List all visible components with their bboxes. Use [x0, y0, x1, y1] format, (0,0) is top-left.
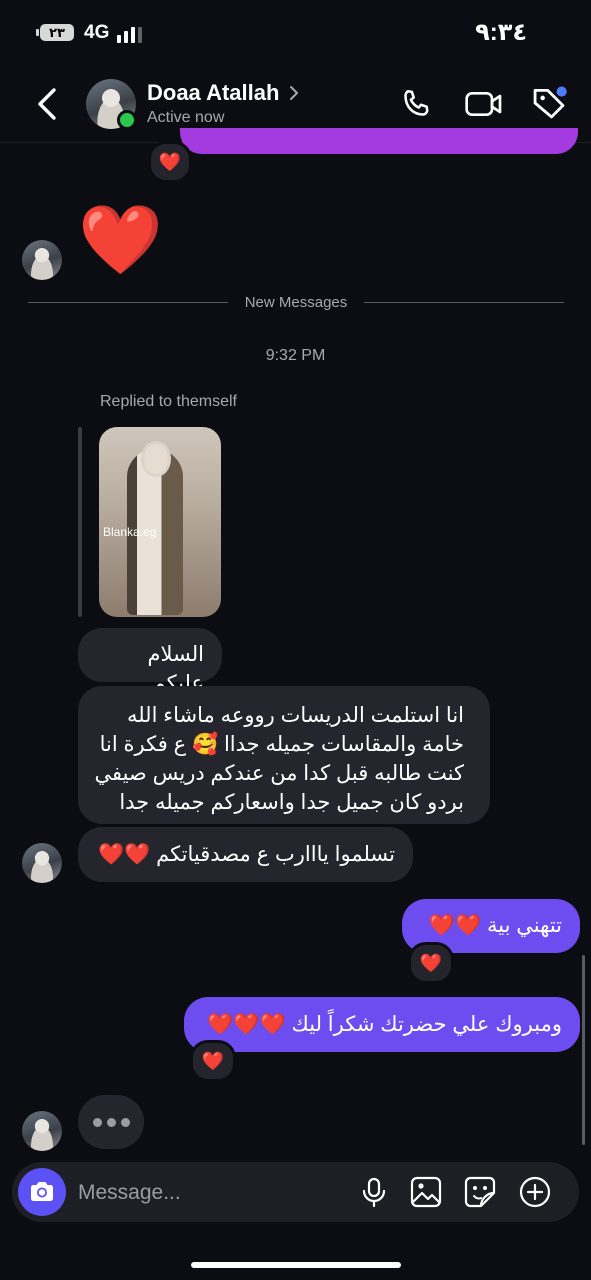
chat-screen: ٢٣ 4G ٩:٣٤ Doaa Atallah Active now ❤️ ❤️…: [0, 0, 591, 1280]
heart-message[interactable]: ❤️: [78, 200, 163, 280]
tag-icon[interactable]: [530, 84, 568, 122]
camera-icon: [31, 1182, 53, 1201]
notification-dot: [556, 86, 567, 97]
message-composer: [12, 1162, 579, 1222]
divider-line-right: [364, 302, 564, 303]
sender-avatar[interactable]: [22, 1111, 62, 1151]
sender-avatar[interactable]: [22, 843, 62, 883]
incoming-message[interactable]: السلام عليكم: [78, 628, 222, 695]
reaction-heart[interactable]: ❤️: [148, 141, 192, 183]
photo-head: [141, 441, 171, 477]
divider-line-left: [28, 302, 228, 303]
typing-indicator: [78, 1095, 144, 1149]
sticker-icon[interactable]: [462, 1174, 498, 1210]
chevron-right-icon[interactable]: [288, 84, 300, 102]
phone-icon[interactable]: [398, 86, 434, 122]
active-status: Active now: [147, 109, 225, 126]
reply-note: Replied to themself: [100, 393, 237, 410]
incoming-message[interactable]: تسلموا يااارب ع مصدقياتكم ❤️❤️: [78, 827, 413, 882]
previous-message-bubble[interactable]: [180, 128, 578, 154]
message-input[interactable]: [76, 1176, 350, 1210]
online-indicator: [117, 110, 137, 130]
reaction-heart[interactable]: ❤️: [408, 942, 454, 984]
battery-level: ٢٣: [49, 25, 65, 40]
camera-button[interactable]: [18, 1168, 66, 1216]
replied-photo[interactable]: Blanka.eg: [99, 427, 221, 617]
scrollbar[interactable]: [582, 955, 585, 1145]
reaction-heart[interactable]: ❤️: [190, 1040, 236, 1082]
sender-avatar[interactable]: [22, 240, 62, 280]
plus-icon[interactable]: [517, 1174, 553, 1210]
video-call-icon[interactable]: [464, 88, 504, 120]
battery-cap: [36, 29, 39, 36]
photo-watermark: Blanka.eg: [103, 525, 157, 539]
home-indicator[interactable]: [191, 1262, 401, 1268]
new-messages-divider: New Messages: [244, 294, 348, 311]
battery-icon: ٢٣: [40, 24, 74, 41]
message-timestamp: 9:32 PM: [265, 347, 326, 364]
microphone-icon[interactable]: [356, 1174, 392, 1210]
reply-bar: [78, 427, 82, 617]
incoming-message[interactable]: انا استلمت الدريسات رووعه ماشاء الله خام…: [78, 686, 490, 824]
signal-icon: [117, 25, 147, 43]
gallery-icon[interactable]: [408, 1174, 444, 1210]
network-type: 4G: [84, 22, 110, 43]
status-bar: ٢٣ 4G ٩:٣٤: [0, 0, 591, 66]
outgoing-message[interactable]: ومبروك علي حضرتك شكراً ليك ❤️❤️❤️: [184, 997, 580, 1052]
contact-name[interactable]: Doaa Atallah: [147, 80, 279, 106]
back-icon[interactable]: [32, 84, 66, 124]
status-time: ٩:٣٤: [475, 19, 527, 46]
